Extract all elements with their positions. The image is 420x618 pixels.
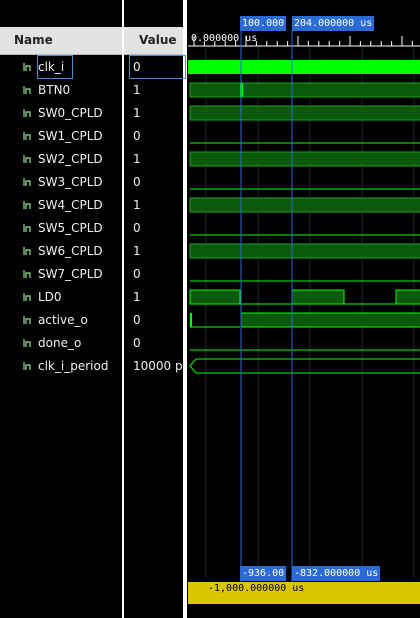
signal-wave-icon — [23, 339, 31, 347]
signal-wave-icon — [23, 224, 31, 232]
waveform-sw0-cpld — [189, 105, 420, 121]
signal-row-btn0[interactable]: BTN0 — [23, 79, 120, 101]
signal-wave-icon — [23, 362, 31, 370]
signal-name: SW7_CPLD — [38, 267, 103, 281]
signal-row-sw1-cpld[interactable]: SW1_CPLD — [23, 125, 120, 147]
ruler-start-time: 0.000000 us — [191, 33, 258, 44]
signal-wave-icon — [23, 132, 31, 140]
signal-value: 10000 ps — [133, 359, 185, 373]
cursor1-time-label[interactable]: 100.000 — [240, 16, 287, 31]
signal-wave-icon — [23, 109, 31, 117]
signal-wave-icon — [23, 270, 31, 278]
signal-name: clk_i — [36, 55, 74, 79]
signal-wave-icon — [23, 178, 31, 186]
value-header-label: Value — [139, 33, 177, 47]
signal-row-ld0[interactable]: LD0 — [23, 286, 120, 308]
waveform-active-o-pulse — [190, 313, 192, 327]
signal-row-sw4-cpld[interactable]: SW4_CPLD — [23, 194, 120, 216]
signal-name: LD0 — [38, 290, 62, 304]
signal-row-sw2-cpld[interactable]: SW2_CPLD — [23, 148, 120, 170]
signal-name: SW0_CPLD — [38, 106, 103, 120]
signal-value: 1 — [133, 290, 141, 304]
signal-value: 0 — [133, 221, 141, 235]
signal-name: active_o — [38, 313, 88, 327]
waveform-canvas[interactable] — [188, 0, 420, 618]
signal-wave-icon — [23, 316, 31, 324]
name-column-header[interactable]: Name — [0, 27, 122, 55]
signal-row-clk-i-period[interactable]: clk_i_period — [23, 355, 120, 377]
signal-value: 0 — [133, 267, 141, 281]
signal-row-sw6-cpld[interactable]: SW6_CPLD — [23, 240, 120, 262]
waveform-clk-i — [188, 60, 420, 74]
signal-value: 1 — [133, 106, 141, 120]
value-column-header[interactable]: Value — [124, 27, 183, 55]
waveform-ld0-seg1 — [189, 289, 241, 305]
waveform-active-o-high — [240, 312, 420, 328]
waveform-sw4-cpld — [189, 197, 420, 213]
signal-wave-icon — [23, 201, 31, 209]
waveform-ld0-seg5 — [395, 289, 420, 305]
signal-row-sw3-cpld[interactable]: SW3_CPLD — [23, 171, 120, 193]
signal-name: SW1_CPLD — [38, 129, 103, 143]
waveform-sw2-cpld — [189, 151, 420, 167]
signal-name: clk_i_period — [38, 359, 109, 373]
signal-value: 1 — [133, 83, 141, 97]
cursor2-relative-label: -832.000000 us — [292, 566, 381, 581]
signal-value: 0 — [133, 336, 141, 350]
signal-wave-icon — [23, 293, 31, 301]
signal-row-sw5-cpld[interactable]: SW5_CPLD — [23, 217, 120, 239]
waveform-sw6-cpld — [189, 243, 420, 259]
signal-value: 1 — [133, 198, 141, 212]
signal-name: SW2_CPLD — [38, 152, 103, 166]
signal-name: done_o — [38, 336, 82, 350]
marker-delta-label: -1,000.000000 us — [208, 583, 305, 594]
signal-name: SW3_CPLD — [38, 175, 103, 189]
signal-row-done-o[interactable]: done_o — [23, 332, 120, 354]
cursor1-relative-label: -936.00 — [240, 566, 287, 581]
signal-value: 1 — [133, 152, 141, 166]
signal-value: 0 — [129, 55, 186, 79]
cursor2-time-label[interactable]: 204.000000 us — [292, 16, 375, 31]
signal-row-active-o[interactable]: active_o — [23, 309, 120, 331]
name-column-divider[interactable] — [122, 0, 124, 618]
signal-name: SW6_CPLD — [38, 244, 103, 258]
signal-value: 0 — [133, 313, 141, 327]
signal-name: BTN0 — [38, 83, 71, 97]
signal-wave-icon — [23, 63, 31, 71]
signal-wave-icon — [23, 247, 31, 255]
signal-row-clk-i[interactable]: clk_i — [23, 55, 120, 79]
signal-value: 1 — [133, 244, 141, 258]
signal-name: SW5_CPLD — [38, 221, 103, 235]
signal-name: SW4_CPLD — [38, 198, 103, 212]
waveform-clk-i-period — [189, 358, 420, 374]
signal-value: 0 — [133, 175, 141, 189]
waveform-btn0 — [189, 82, 420, 98]
name-header-label: Name — [14, 33, 53, 47]
waveform-panel[interactable]: 0.000000 us 100.000 204.000000 us -936.0… — [188, 0, 420, 618]
signal-row-sw0-cpld[interactable]: SW0_CPLD — [23, 102, 120, 124]
waveform-ld0-seg3 — [291, 289, 345, 305]
signal-wave-icon — [23, 155, 31, 163]
signal-wave-icon — [23, 86, 31, 94]
signal-row-sw7-cpld[interactable]: SW7_CPLD — [23, 263, 120, 285]
signal-value: 0 — [133, 129, 141, 143]
